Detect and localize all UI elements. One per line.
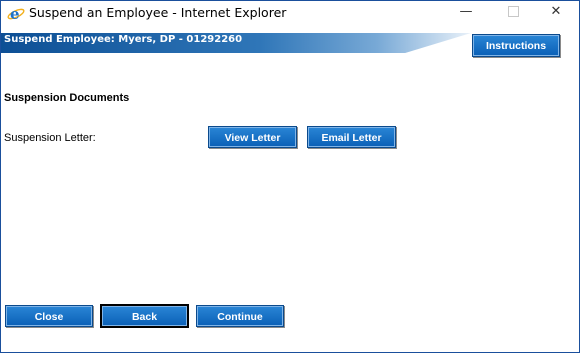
internet-explorer-icon: e (7, 5, 25, 22)
close-icon: ✕ (550, 4, 562, 19)
close-button[interactable]: Close (5, 305, 93, 327)
maximize-icon (507, 6, 519, 17)
title-bar: e Suspend an Employee - Internet Explore… (1, 1, 579, 25)
back-button[interactable]: Back (100, 304, 189, 328)
continue-button[interactable]: Continue (196, 305, 284, 327)
minimize-icon: — (459, 4, 473, 19)
close-window-button[interactable]: ✕ (533, 1, 579, 25)
email-letter-button[interactable]: Email Letter (307, 126, 396, 148)
maximize-button[interactable] (490, 1, 536, 25)
section-title: Suspension Documents (4, 92, 130, 104)
instructions-button[interactable]: Instructions (472, 34, 560, 57)
view-letter-button[interactable]: View Letter (208, 126, 297, 148)
suspension-letter-label: Suspension Letter: (4, 132, 96, 144)
page-title: Suspend Employee: Myers, DP - 01292260 (4, 34, 243, 45)
svg-text:e: e (10, 5, 20, 22)
window-title: Suspend an Employee - Internet Explorer (29, 5, 287, 20)
browser-window: e Suspend an Employee - Internet Explore… (0, 0, 580, 353)
minimize-button[interactable]: — (443, 1, 489, 25)
